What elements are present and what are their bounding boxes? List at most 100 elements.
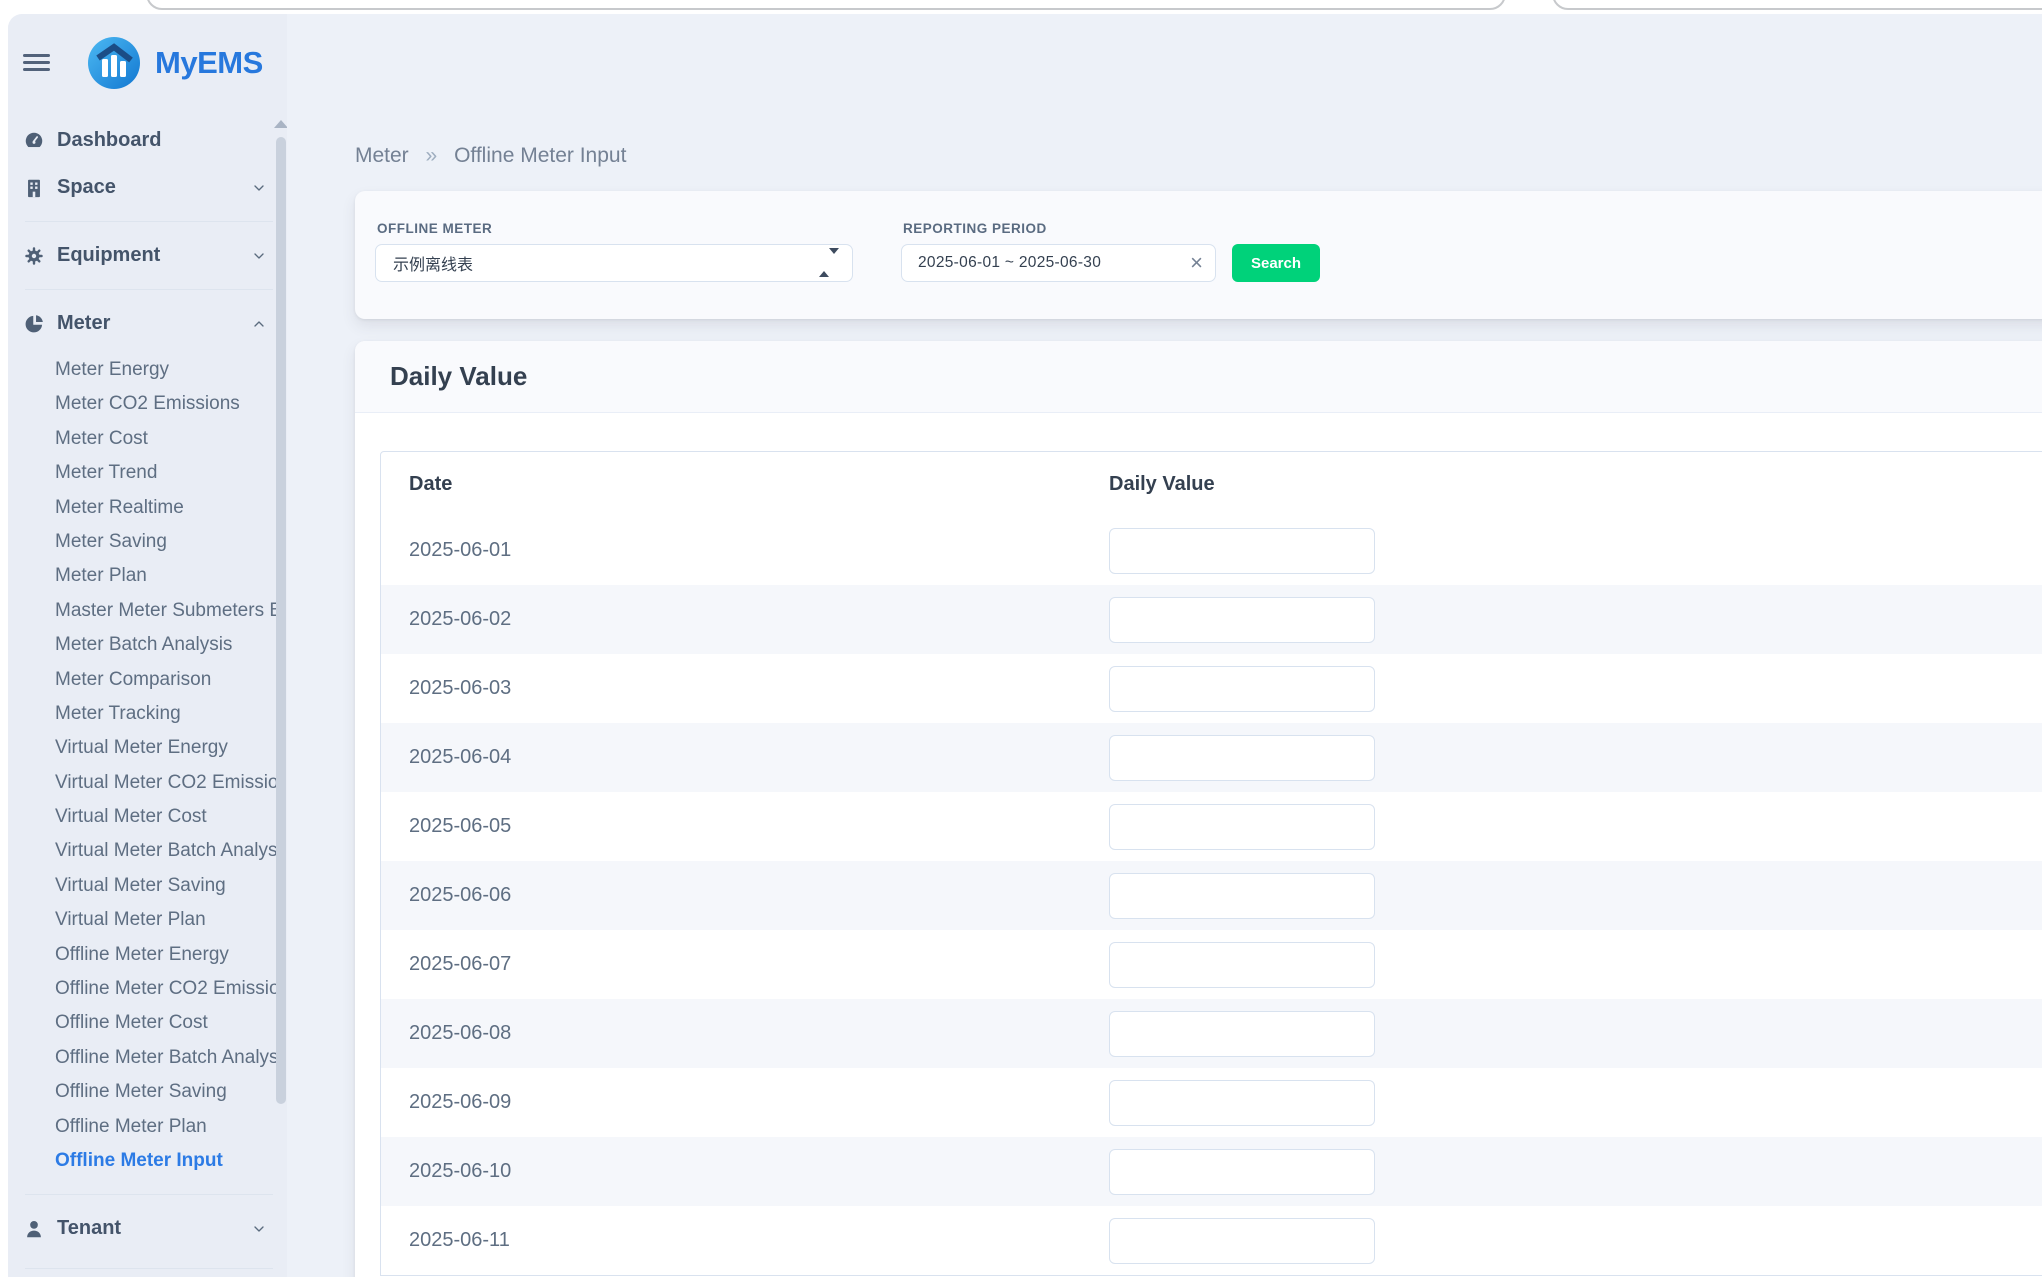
table-row: 2025-06-05 (381, 792, 2042, 861)
sidebar-item-offline-meter-co2-emissions[interactable]: Offline Meter CO2 Emissions (8, 972, 276, 1006)
table-row: 2025-06-01 (381, 516, 2042, 585)
chevron-down-icon (251, 248, 267, 264)
breadcrumb-meter[interactable]: Meter (355, 144, 409, 167)
value-cell (1081, 516, 2042, 585)
sidebar-item-label: Meter (57, 312, 110, 335)
main-content: Meter » Offline Meter Input OFFLINE METE… (287, 14, 2042, 1277)
value-cell (1081, 585, 2042, 654)
date-cell: 2025-06-07 (381, 930, 1081, 999)
sidebar-item-offline-meter-batch-analysis[interactable]: Offline Meter Batch Analysis (8, 1041, 276, 1075)
sidebar-item-meter-realtime[interactable]: Meter Realtime (8, 491, 276, 525)
sidebar-item-offline-meter-energy[interactable]: Offline Meter Energy (8, 938, 276, 972)
table-row: 2025-06-07 (381, 930, 2042, 999)
value-cell (1081, 723, 2042, 792)
person-icon (23, 1218, 45, 1240)
daily-value-table: Date Daily Value 2025-06-012025-06-02202… (380, 451, 2042, 1276)
sidebar-item-meter-comparison[interactable]: Meter Comparison (8, 663, 276, 697)
gauge-icon (23, 130, 45, 152)
daily-value-input[interactable] (1109, 873, 1375, 919)
sidebar-item-meter-tracking[interactable]: Meter Tracking (8, 697, 276, 731)
offline-meter-select[interactable]: 示例离线表 (375, 244, 853, 282)
sidebar-item-virtual-meter-energy[interactable]: Virtual Meter Energy (8, 731, 276, 765)
date-cell: 2025-06-04 (381, 723, 1081, 792)
sidebar-item-meter-co2-emissions[interactable]: Meter CO2 Emissions (8, 387, 276, 421)
value-cell (1081, 999, 2042, 1068)
sidebar-item-meter-saving[interactable]: Meter Saving (8, 525, 276, 559)
table-row: 2025-06-04 (381, 723, 2042, 792)
daily-value-input[interactable] (1109, 804, 1375, 850)
table-row: 2025-06-09 (381, 1068, 2042, 1137)
reporting-period-input[interactable]: 2025-06-01 ~ 2025-06-30 × (901, 244, 1216, 282)
daily-value-input[interactable] (1109, 1218, 1375, 1264)
sidebar-item-equipment[interactable]: Equipment (8, 232, 287, 279)
daily-value-input[interactable] (1109, 1011, 1375, 1057)
daily-value-input[interactable] (1109, 735, 1375, 781)
value-cell (1081, 792, 2042, 861)
sidebar: MyEMS Dashboard Space (8, 14, 287, 1277)
card-title: Daily Value (390, 361, 527, 392)
breadcrumb: Meter » Offline Meter Input (355, 14, 2042, 168)
sidebar-item-meter-batch-analysis[interactable]: Meter Batch Analysis (8, 628, 276, 662)
sidebar-item-tenant[interactable]: Tenant (8, 1205, 287, 1252)
daily-value-input[interactable] (1109, 528, 1375, 574)
sidebar-divider (25, 289, 273, 290)
sidebar-item-label: Space (57, 176, 116, 199)
pie-chart-icon (23, 313, 45, 335)
meter-submenu: Meter EnergyMeter CO2 EmissionsMeter Cos… (8, 353, 287, 1178)
daily-value-card: Daily Value Date Daily Value 2025-06-012… (355, 341, 2042, 1277)
date-cell: 2025-06-02 (381, 585, 1081, 654)
daily-value-input[interactable] (1109, 597, 1375, 643)
date-cell: 2025-06-08 (381, 999, 1081, 1068)
search-button[interactable]: Search (1232, 244, 1320, 282)
app-canvas: MyEMS Dashboard Space (8, 14, 2042, 1277)
daily-value-input[interactable] (1109, 1149, 1375, 1195)
table-row: 2025-06-10 (381, 1137, 2042, 1206)
sidebar-divider (25, 1194, 273, 1195)
building-icon (23, 177, 45, 199)
sidebar-scroll-up-arrow[interactable] (274, 120, 287, 128)
value-cell (1081, 930, 2042, 999)
sidebar-item-virtual-meter-saving[interactable]: Virtual Meter Saving (8, 869, 276, 903)
sidebar-divider (25, 221, 273, 222)
value-cell (1081, 861, 2042, 930)
column-header-date: Date (381, 452, 1081, 516)
table-row: 2025-06-08 (381, 999, 2042, 1068)
table-row: 2025-06-02 (381, 585, 2042, 654)
filter-card: OFFLINE METER 示例离线表 REPORTING PERIOD 202… (355, 191, 2042, 319)
sidebar-item-offline-meter-input[interactable]: Offline Meter Input (8, 1144, 276, 1178)
table-header-row: Date Daily Value (381, 452, 2042, 516)
breadcrumb-current: Offline Meter Input (454, 144, 626, 167)
chevron-up-icon (251, 316, 267, 332)
sidebar-item-meter-trend[interactable]: Meter Trend (8, 456, 276, 490)
sidebar-item-master-meter-submeters-balance[interactable]: Master Meter Submeters Balance (8, 594, 276, 628)
table-row: 2025-06-11 (381, 1206, 2042, 1275)
sidebar-item-virtual-meter-co2-emissions[interactable]: Virtual Meter CO2 Emissions (8, 766, 276, 800)
sidebar-item-virtual-meter-batch-analysis[interactable]: Virtual Meter Batch Analysis (8, 834, 276, 868)
chevron-down-icon (251, 1221, 267, 1237)
daily-value-input[interactable] (1109, 666, 1375, 712)
daily-value-input[interactable] (1109, 1080, 1375, 1126)
address-bar-bottom (146, 0, 1506, 10)
value-cell (1081, 1206, 2042, 1275)
clear-icon[interactable]: × (1190, 253, 1203, 273)
sidebar-item-label: Equipment (57, 244, 160, 267)
sidebar-item-virtual-meter-plan[interactable]: Virtual Meter Plan (8, 903, 276, 937)
sidebar-scrollbar-thumb[interactable] (276, 137, 286, 1104)
sidebar-item-meter-cost[interactable]: Meter Cost (8, 422, 276, 456)
sidebar-item-offline-meter-saving[interactable]: Offline Meter Saving (8, 1075, 276, 1109)
sidebar-item-meter-plan[interactable]: Meter Plan (8, 559, 276, 593)
reporting-period-label: REPORTING PERIOD (903, 221, 1216, 236)
sidebar-item-space[interactable]: Space (8, 164, 287, 211)
sidebar-item-dashboard[interactable]: Dashboard (8, 117, 287, 164)
sidebar-item-meter[interactable]: Meter (8, 300, 287, 347)
daily-value-input[interactable] (1109, 942, 1375, 988)
date-cell: 2025-06-06 (381, 861, 1081, 930)
date-cell: 2025-06-11 (381, 1206, 1081, 1275)
value-cell (1081, 654, 2042, 723)
table-row: 2025-06-03 (381, 654, 2042, 723)
sidebar-item-label: Tenant (57, 1217, 121, 1240)
sidebar-item-offline-meter-cost[interactable]: Offline Meter Cost (8, 1006, 276, 1040)
sidebar-item-virtual-meter-cost[interactable]: Virtual Meter Cost (8, 800, 276, 834)
sidebar-item-offline-meter-plan[interactable]: Offline Meter Plan (8, 1110, 276, 1144)
sidebar-item-meter-energy[interactable]: Meter Energy (8, 353, 276, 387)
